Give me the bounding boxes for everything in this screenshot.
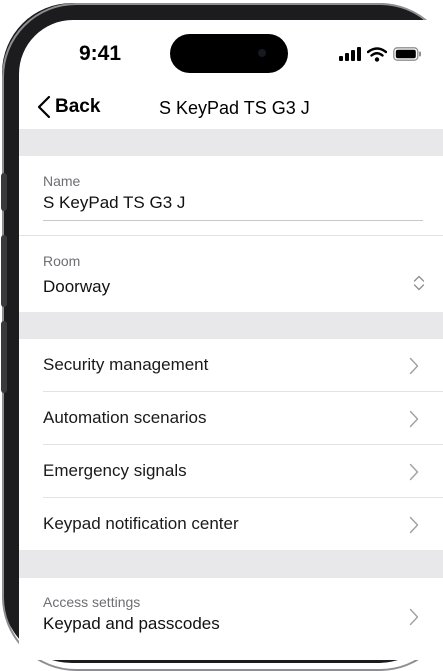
status-icons: [339, 44, 422, 64]
name-label: Name: [43, 173, 81, 189]
chevron-right-icon: [409, 357, 419, 375]
status-time: 9:41: [79, 42, 122, 65]
menu-item-keypad-notification-center[interactable]: Keypad notification center: [19, 498, 443, 550]
section-separator: [19, 129, 443, 156]
section-separator: [19, 312, 443, 339]
section-separator: [19, 550, 443, 578]
access-settings-row[interactable]: Access settings Keypad and passcodes: [19, 578, 443, 648]
name-underline: [43, 220, 423, 221]
page-title: S KeyPad TS G3 J: [159, 98, 310, 118]
name-value[interactable]: S KeyPad TS G3 J: [43, 193, 185, 213]
menu-item-label: Keypad notification center: [43, 514, 239, 533]
menu-item-emergency-signals[interactable]: Emergency signals: [19, 445, 443, 497]
back-button[interactable]: Back: [37, 95, 100, 119]
screen: 9:41 Back S KeyPad TS G3 J Name S KeyPad…: [19, 20, 443, 660]
volume-down-button: [1, 321, 7, 393]
back-chevron-icon: [37, 95, 51, 119]
wifi-icon: [367, 46, 387, 62]
room-value: Doorway: [43, 277, 111, 296]
chevron-right-icon: [409, 463, 419, 481]
back-label: Back: [55, 96, 101, 117]
menu-item-automation-scenarios[interactable]: Automation scenarios: [19, 392, 443, 444]
dynamic-island: [170, 34, 288, 73]
access-settings-value: Keypad and passcodes: [43, 614, 220, 633]
battery-icon: [393, 47, 421, 61]
navigation-bar: Back S KeyPad TS G3 J: [19, 86, 443, 130]
divider: [19, 235, 443, 236]
volume-up-button: [1, 235, 7, 307]
cellular-signal-icon: [339, 47, 361, 61]
phone-frame: 9:41 Back S KeyPad TS G3 J Name S KeyPad…: [1, 3, 443, 671]
chevron-right-icon: [409, 608, 419, 626]
chevron-updown-icon[interactable]: [413, 274, 425, 292]
menu-item-label: Emergency signals: [43, 461, 187, 480]
menu-item-security-management[interactable]: Security management: [19, 339, 443, 391]
menu-item-label: Automation scenarios: [43, 408, 207, 427]
action-button: [1, 173, 7, 211]
room-label: Room: [43, 253, 81, 269]
access-settings-label: Access settings: [43, 594, 141, 610]
chevron-right-icon: [409, 516, 419, 534]
chevron-right-icon: [409, 410, 419, 428]
front-camera: [258, 49, 266, 57]
menu-item-label: Security management: [43, 355, 209, 374]
